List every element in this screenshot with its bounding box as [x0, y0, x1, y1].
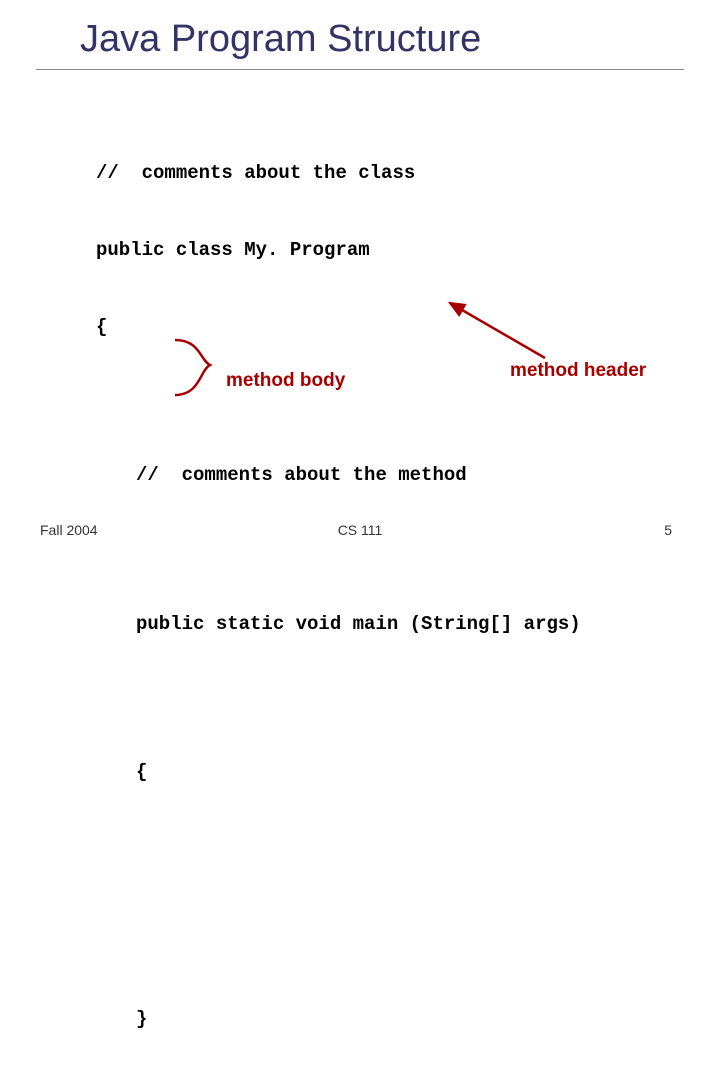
code-line: { — [96, 315, 581, 341]
code-line: public static void main (String[] args) — [136, 612, 581, 638]
footer-left: Fall 2004 — [40, 522, 98, 538]
footer-center: CS 111 — [338, 522, 383, 538]
annotation-method-body: method body — [226, 370, 345, 392]
code-line: public class My. Program — [96, 238, 581, 264]
code-block: // comments about the class public class… — [96, 110, 581, 1080]
slide: Java Program Structure // comments about… — [0, 0, 720, 540]
code-line: // comments about the class — [96, 161, 581, 187]
footer-right: 5 — [664, 522, 672, 538]
annotation-method-header: method header — [510, 360, 646, 382]
slide-title: Java Program Structure — [36, 0, 684, 70]
code-line: // comments about the method — [136, 463, 581, 489]
code-line: { — [136, 760, 581, 786]
code-line: } — [136, 1007, 581, 1033]
